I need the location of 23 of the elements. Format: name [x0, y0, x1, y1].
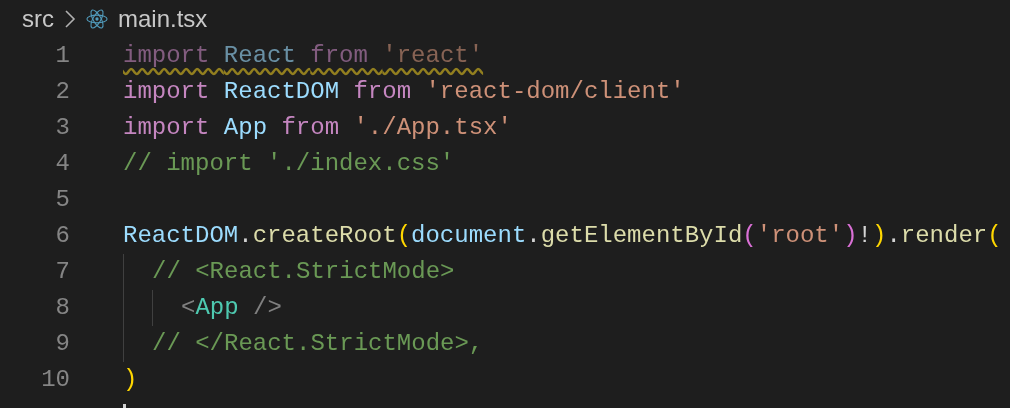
code-line: import ReactDOM from 'react-dom/client': [123, 77, 685, 107]
react-icon: [86, 8, 108, 30]
line-number: 8: [55, 293, 70, 323]
line-number: 9: [55, 329, 70, 359]
line-number: 4: [55, 149, 70, 179]
code-line: <App />: [181, 293, 282, 323]
line-number: 2: [55, 77, 70, 107]
line-number: 3: [55, 113, 70, 143]
chevron-right-icon: [64, 9, 76, 29]
line-number: 10: [41, 365, 70, 395]
breadcrumb-folder[interactable]: src: [22, 7, 54, 31]
code-line: import App from './App.tsx': [123, 113, 512, 143]
code-line: // <React.StrictMode>: [152, 257, 455, 287]
code-line: import React from 'react': [123, 41, 484, 71]
line-number: 6: [55, 221, 70, 251]
code-line: ReactDOM.createRoot(document.getElementById('root')!).render(: [123, 221, 1002, 251]
line-number: 7: [55, 257, 70, 287]
code-line: // </React.StrictMode>,: [152, 329, 484, 359]
breadcrumb-file[interactable]: main.tsx: [118, 7, 208, 31]
code-line: // import './index.css': [123, 149, 455, 179]
line-number: 1: [55, 41, 70, 71]
line-number: 5: [55, 185, 70, 215]
code-line: ): [123, 365, 138, 395]
